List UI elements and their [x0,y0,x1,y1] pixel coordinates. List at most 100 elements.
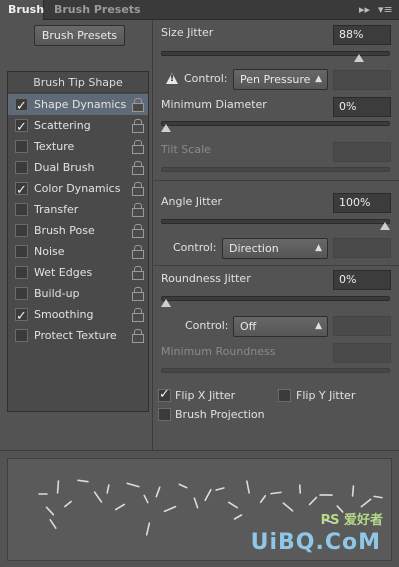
brush-options-list: Brush Tip Shape Shape Dynamics Scattering… [7,71,149,412]
minimum-diameter-slider[interactable] [161,121,390,126]
flip-y-jitter-checkbox[interactable] [278,389,291,402]
tab-bar: Brush Brush Presets ▸▸ ▾≡ [0,0,399,20]
brush-option-checkbox[interactable] [15,117,28,138]
brush-dab [45,506,55,516]
lock-icon[interactable] [132,224,144,238]
section-divider [154,180,399,181]
brush-option-checkbox[interactable] [15,140,28,153]
tilt-scale-label: Tilt Scale [161,143,211,156]
brush-dab [106,484,110,494]
roundness-control-dropdown[interactable]: Off ▲ [233,316,328,337]
brush-option-checkbox[interactable] [15,161,28,174]
brush-dab [308,496,318,506]
brush-dab [56,480,60,494]
watermark-subtext: PS 爱好者 [320,513,383,528]
roundness-control-aux-field [333,316,391,336]
brush-dab [204,488,212,502]
brush-presets-button[interactable]: Brush Presets [34,25,125,46]
brush-option-checkbox[interactable] [15,96,28,117]
brush-option-row[interactable]: Scattering [8,115,148,138]
roundness-jitter-field[interactable]: 0% [333,270,391,290]
lock-icon[interactable] [132,203,144,217]
brush-option-row[interactable]: Noise [8,241,148,262]
lock-icon[interactable] [132,140,144,154]
brush-option-checkbox[interactable] [15,180,28,201]
minimum-diameter-field[interactable]: 0% [333,97,391,117]
minimum-diameter-slider-thumb[interactable] [161,124,171,132]
brush-option-checkbox[interactable] [15,203,28,216]
lock-icon[interactable] [132,329,144,343]
brush-dab [351,485,355,497]
angle-jitter-slider[interactable] [161,219,390,224]
brush-dab [215,487,225,491]
flip-x-jitter-label: Flip X Jitter [175,389,236,402]
lock-icon[interactable] [132,245,144,259]
panel-menu-icon[interactable]: ▾≡ [378,3,393,17]
flip-x-jitter-checkbox[interactable] [158,387,171,402]
brush-option-checkbox[interactable] [15,329,28,342]
brush-dab [114,503,126,511]
brush-option-row[interactable]: Color Dynamics [8,178,148,201]
brush-dab [93,491,103,503]
tab-brush-presets[interactable]: Brush Presets [46,0,149,20]
brush-option-checkbox[interactable] [15,266,28,279]
brush-option-row[interactable]: Texture [8,136,148,157]
lock-icon[interactable] [132,287,144,301]
size-control-label: Control: [184,72,228,85]
brush-dab [126,482,140,488]
lock-icon[interactable] [132,266,144,280]
brush-option-label: Wet Edges [34,266,93,279]
brush-dab [49,519,57,529]
lock-icon[interactable] [132,182,144,196]
roundness-jitter-slider[interactable] [161,296,390,301]
roundness-jitter-slider-thumb[interactable] [161,299,171,307]
angle-jitter-slider-thumb[interactable] [380,222,390,230]
lock-icon[interactable] [132,161,144,175]
size-jitter-slider-thumb[interactable] [353,54,364,62]
tab-brush[interactable]: Brush [0,0,44,20]
angle-jitter-field[interactable]: 100% [333,193,391,213]
flip-y-jitter-label: Flip Y Jitter [296,389,356,402]
brush-option-row[interactable]: Smoothing [8,304,148,327]
brush-option-row[interactable]: Shape Dynamics [8,94,148,117]
brush-projection-checkbox[interactable] [158,408,171,421]
minimum-roundness-slider [161,368,390,373]
brush-option-label: Dual Brush [34,161,95,174]
angle-control-aux-field [333,238,391,258]
brush-option-row[interactable]: Wet Edges [8,262,148,283]
brush-dab [145,522,151,536]
angle-control-dropdown[interactable]: Direction ▲ [222,238,328,259]
lock-icon[interactable] [132,119,144,133]
lock-icon[interactable] [132,308,144,322]
double-chevron-right-icon[interactable]: ▸▸ [359,3,370,17]
brush-option-row[interactable]: Protect Texture [8,325,148,346]
brush-option-checkbox[interactable] [15,306,28,327]
brush-option-label: Transfer [34,203,79,216]
brush-dab [259,494,267,504]
brush-dab [77,479,89,483]
brush-option-checkbox[interactable] [15,245,28,258]
size-control-value: Pen Pressure [240,73,311,86]
size-control-dropdown[interactable]: Pen Pressure ▲ [233,69,328,90]
brush-option-row[interactable]: Brush Pose [8,220,148,241]
brush-option-row[interactable]: Build-up [8,283,148,304]
tilt-scale-field [333,142,391,162]
brush-option-label: Brush Pose [34,224,95,237]
brush-dab [227,501,239,509]
brush-option-row[interactable]: Dual Brush [8,157,148,178]
brush-dab [143,494,149,504]
angle-jitter-label: Angle Jitter [161,195,223,208]
lock-icon[interactable] [132,98,144,112]
angle-control-label: Control: [173,241,217,254]
size-jitter-field[interactable]: 88% [333,25,391,45]
brush-option-row[interactable]: Transfer [8,199,148,220]
brush-dab [360,498,372,508]
brush-dab [373,495,383,499]
brush-option-label: Shape Dynamics [34,98,127,111]
brush-tip-shape-item[interactable]: Brush Tip Shape [8,72,148,93]
brush-option-label: Noise [34,245,65,258]
brush-option-label: Color Dynamics [34,182,121,195]
brush-option-checkbox[interactable] [15,224,28,237]
brush-dab [246,480,250,494]
brush-option-checkbox[interactable] [15,287,28,300]
